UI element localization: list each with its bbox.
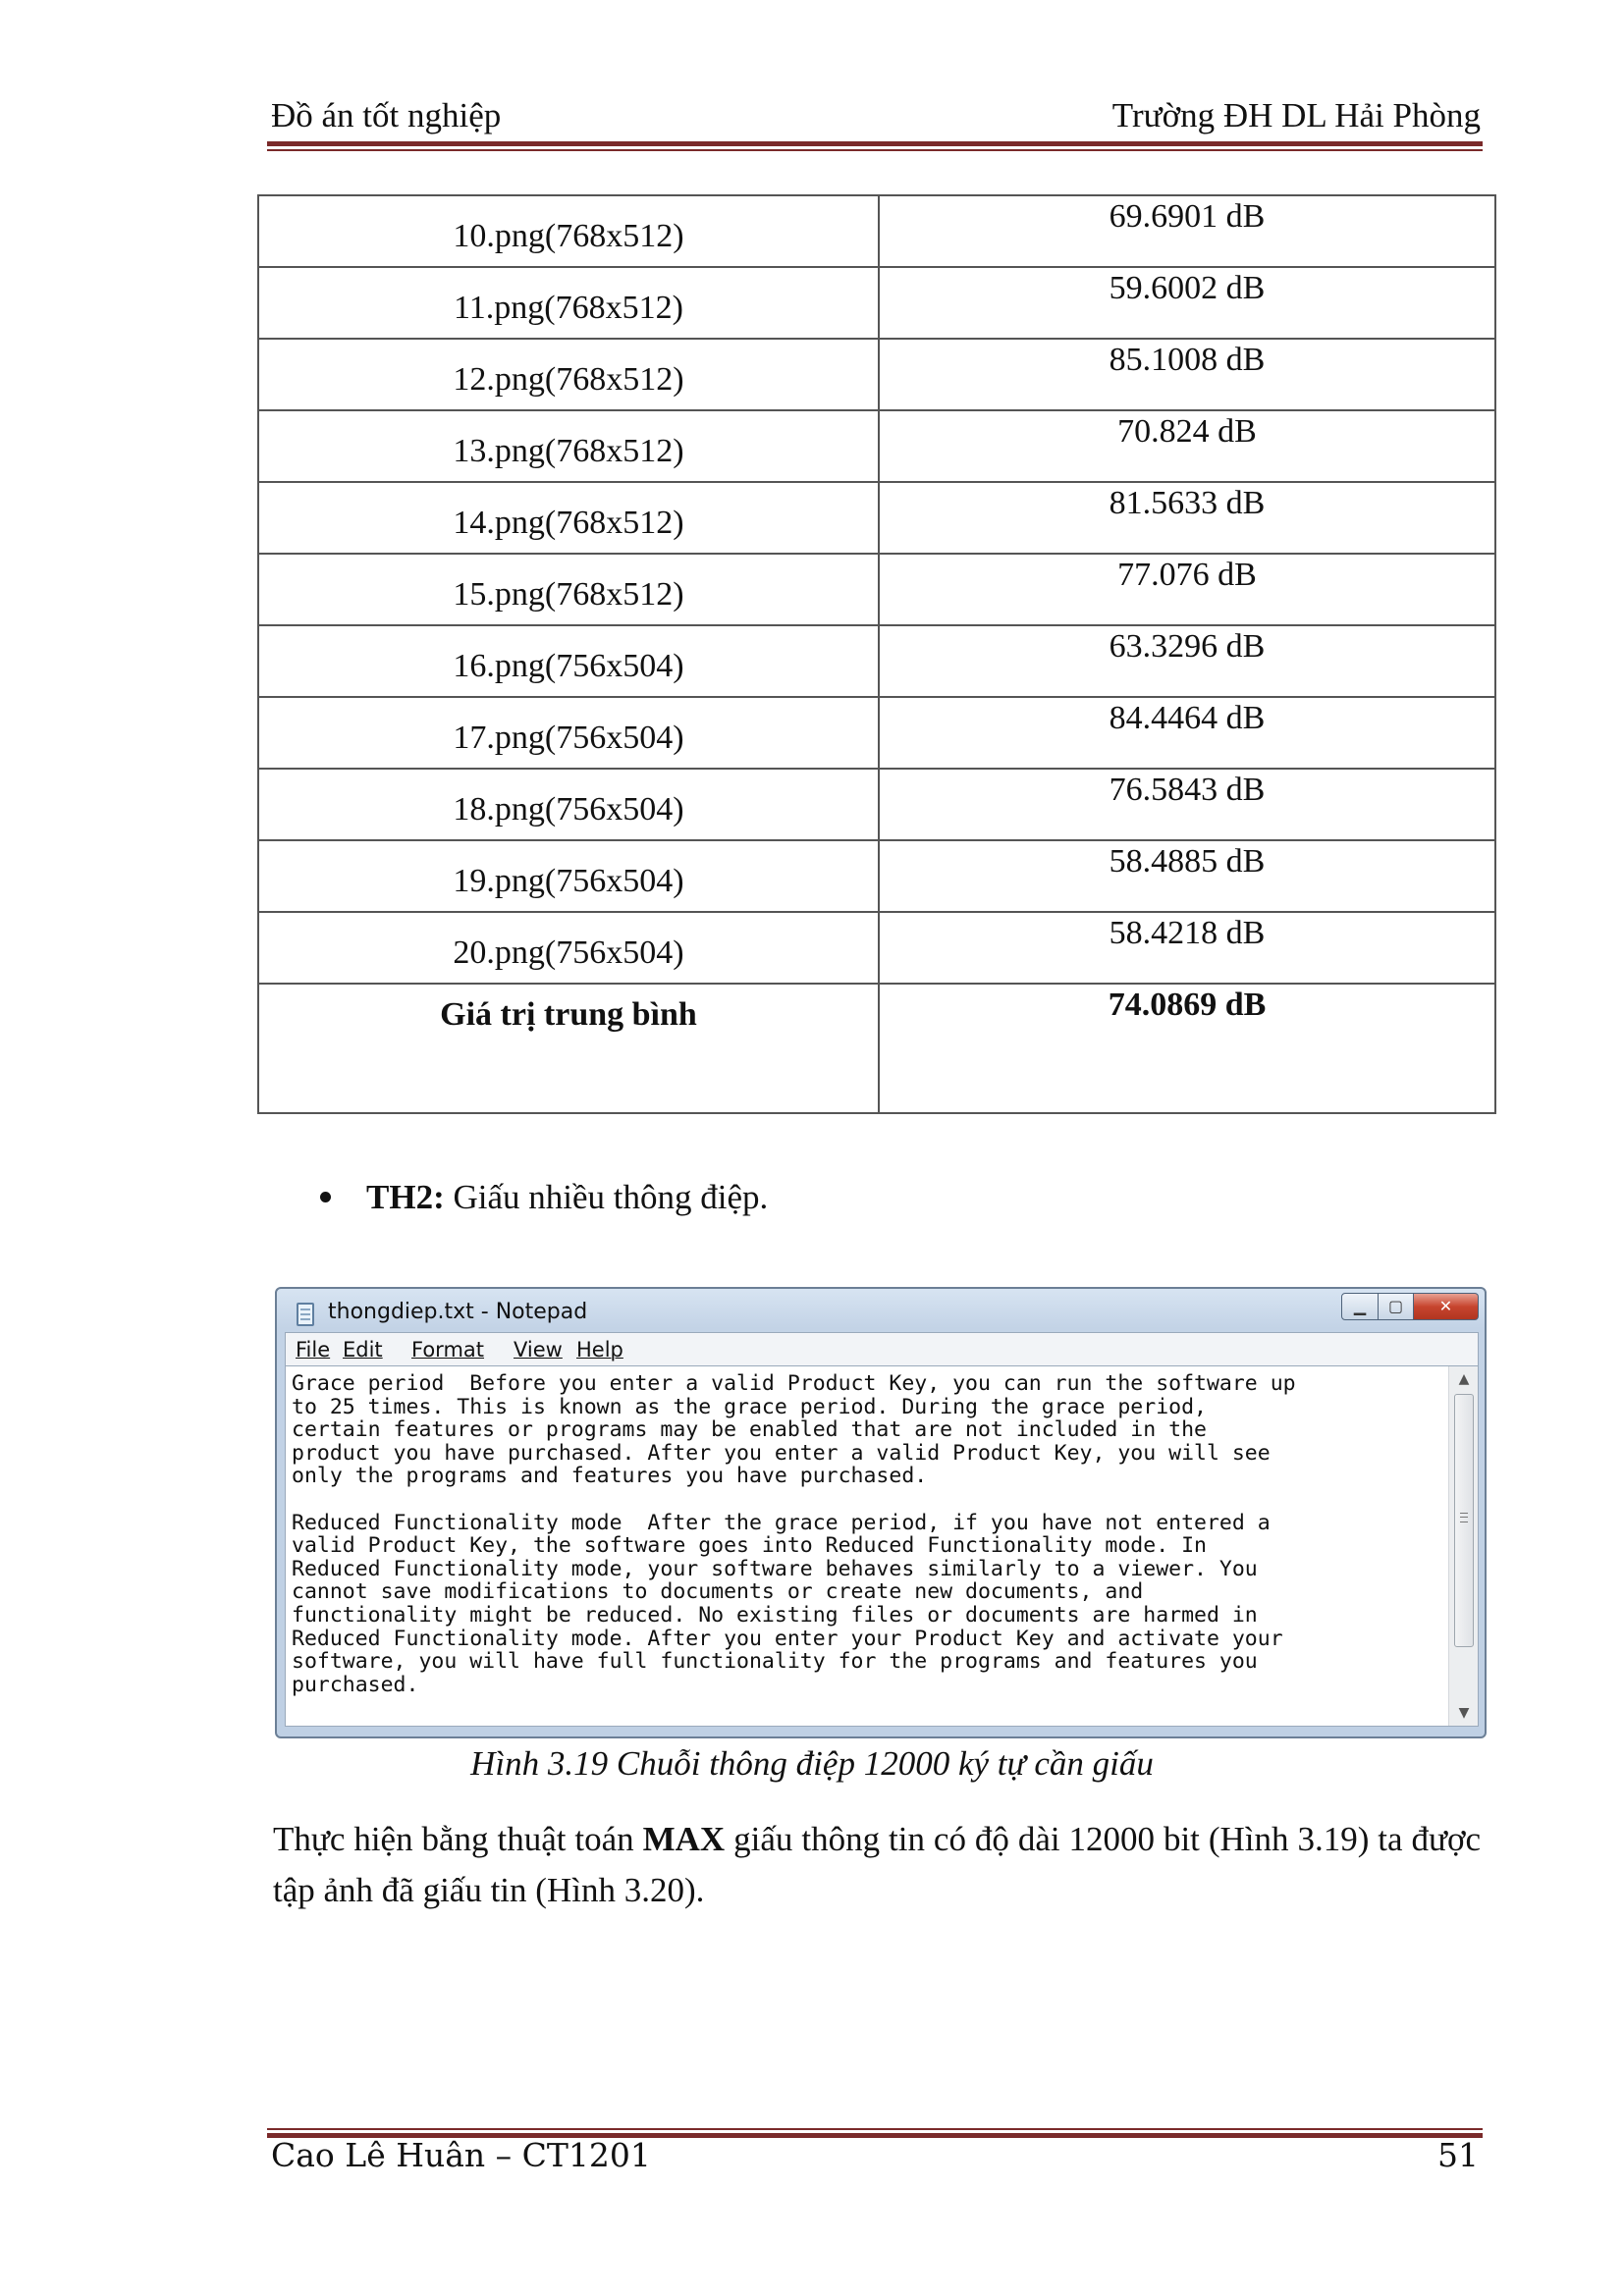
image-name-cell: 10.png(768x512) — [257, 194, 880, 268]
psnr-value-cell: 76.5843 dB — [878, 768, 1496, 841]
psnr-value-cell: 85.1008 dB — [878, 338, 1496, 411]
table-row: 17.png(756x504) 84.4464 dB — [257, 696, 1496, 770]
minimize-icon[interactable]: ▁ — [1341, 1293, 1379, 1320]
image-name-cell: 13.png(768x512) — [257, 409, 880, 483]
table-average-row: Giá trị trung bình 74.0869 dB — [257, 983, 1496, 1114]
image-name-cell: 19.png(756x504) — [257, 839, 880, 913]
psnr-value-cell: 69.6901 dB — [878, 194, 1496, 268]
image-name-cell: Giá trị trung bình — [257, 983, 880, 1114]
image-name-cell: 11.png(768x512) — [257, 266, 880, 340]
psnr-value-cell: 58.4885 dB — [878, 839, 1496, 913]
menu-edit[interactable]: Edit — [343, 1338, 383, 1362]
image-name-cell: 20.png(756x504) — [257, 911, 880, 985]
grip-icon — [1460, 1513, 1468, 1522]
psnr-value-cell: 59.6002 dB — [878, 266, 1496, 340]
psnr-value-cell: 74.0869 dB — [878, 983, 1496, 1114]
table-row: 10.png(768x512) 69.6901 dB — [257, 194, 1496, 268]
image-name-cell: 12.png(768x512) — [257, 338, 880, 411]
menu-view[interactable]: View — [514, 1338, 563, 1362]
table-row: 20.png(756x504) 58.4218 dB — [257, 911, 1496, 985]
algorithm-name: MAX — [642, 1820, 726, 1858]
page-number: 51 — [1437, 2136, 1479, 2174]
close-icon[interactable]: ✕ — [1414, 1293, 1479, 1320]
table-row: 18.png(756x504) 76.5843 dB — [257, 768, 1496, 841]
menu-file[interactable]: File — [296, 1338, 330, 1362]
notepad-window: thongdiep.txt - Notepad ▁ ▢ ✕ File Edit … — [275, 1287, 1487, 1738]
notepad-title: thongdiep.txt - Notepad — [328, 1300, 588, 1324]
bullet-icon — [320, 1192, 331, 1203]
psnr-value-cell: 58.4218 dB — [878, 911, 1496, 985]
table-row: 15.png(768x512) 77.076 dB — [257, 553, 1496, 626]
body-paragraph: Thực hiện bằng thuật toán MAX giấu thông… — [273, 1814, 1481, 1916]
image-name-cell: 14.png(768x512) — [257, 481, 880, 555]
table-row: 13.png(768x512) 70.824 dB — [257, 409, 1496, 483]
case-bullet: TH2: Giấu nhiều thông điệp. — [320, 1178, 768, 1217]
header-university: Trường ĐH DL Hải Phòng — [1111, 96, 1481, 134]
case-text: Giấu nhiều thông điệp. — [444, 1178, 769, 1216]
menu-help[interactable]: Help — [576, 1338, 623, 1362]
scroll-up-icon[interactable]: ▲ — [1449, 1366, 1479, 1392]
image-name-cell: 17.png(756x504) — [257, 696, 880, 770]
scroll-down-icon[interactable]: ▼ — [1449, 1700, 1479, 1726]
psnr-results-table: 10.png(768x512) 69.6901 dB 11.png(768x512)… — [257, 194, 1496, 1114]
image-name-cell: 16.png(756x504) — [257, 624, 880, 698]
notepad-titlebar[interactable]: thongdiep.txt - Notepad ▁ ▢ ✕ — [277, 1289, 1485, 1332]
case-label: TH2: — [366, 1178, 445, 1216]
para-part1: Thực hiện bằng thuật toán — [273, 1820, 643, 1858]
notepad-icon — [297, 1303, 314, 1326]
page-header: Đồ án tốt nghiệp Trường ĐH DL Hải Phòng — [271, 96, 1481, 145]
notepad-text-area[interactable]: Grace period Before you enter a valid Pr… — [285, 1365, 1479, 1727]
header-document-type: Đồ án tốt nghiệp — [271, 96, 502, 134]
header-rule — [267, 141, 1483, 152]
menu-format[interactable]: Format — [411, 1338, 484, 1362]
image-name-cell: 15.png(768x512) — [257, 553, 880, 626]
psnr-value-cell: 70.824 dB — [878, 409, 1496, 483]
psnr-value-cell: 63.3296 dB — [878, 624, 1496, 698]
table-row: 12.png(768x512) 85.1008 dB — [257, 338, 1496, 411]
psnr-value-cell: 84.4464 dB — [878, 696, 1496, 770]
psnr-value-cell: 81.5633 dB — [878, 481, 1496, 555]
table-row: 14.png(768x512) 81.5633 dB — [257, 481, 1496, 555]
vertical-scrollbar[interactable]: ▲ ▼ — [1448, 1366, 1478, 1726]
scroll-thumb[interactable] — [1454, 1394, 1474, 1647]
table-row: 19.png(756x504) 58.4885 dB — [257, 839, 1496, 913]
notepad-content[interactable]: Grace period Before you enter a valid Pr… — [292, 1372, 1440, 1696]
window-controls: ▁ ▢ ✕ — [1341, 1293, 1479, 1322]
psnr-value-cell: 77.076 dB — [878, 553, 1496, 626]
image-name-cell: 18.png(756x504) — [257, 768, 880, 841]
notepad-menubar: File Edit Format View Help — [285, 1332, 1479, 1365]
figure-caption: Hình 3.19 Chuỗi thông điệp 12000 ký tự c… — [470, 1744, 1154, 1783]
table-row: 16.png(756x504) 63.3296 dB — [257, 624, 1496, 698]
table-row: 11.png(768x512) 59.6002 dB — [257, 266, 1496, 340]
footer-author: Cao Lê Huân – CT1201 — [271, 2136, 651, 2174]
maximize-icon[interactable]: ▢ — [1379, 1293, 1414, 1320]
